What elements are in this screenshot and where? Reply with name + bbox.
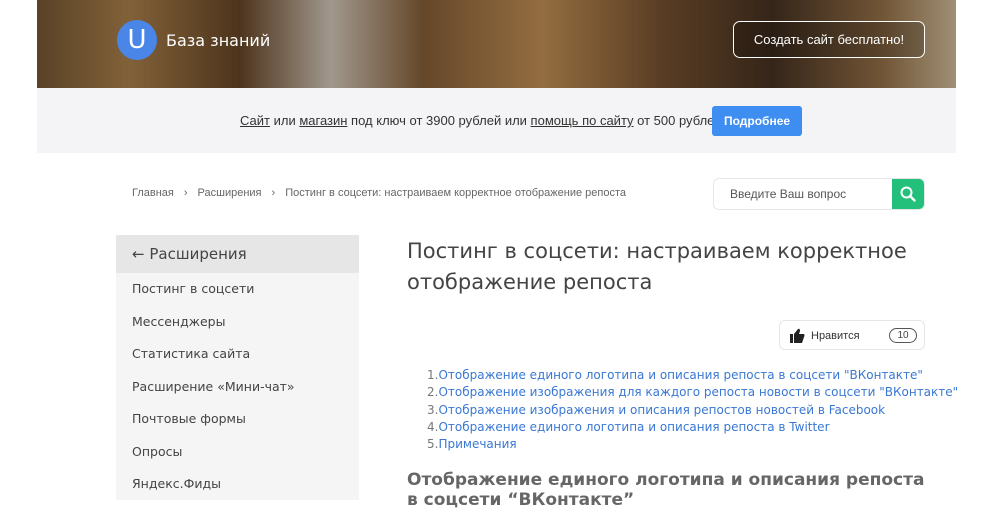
sidebar-item[interactable]: Яндекс.Фиды [116, 468, 359, 501]
sidebar-item[interactable]: Расширение «Мини-чат» [116, 371, 359, 404]
sidebar-item[interactable]: Статистика сайта [116, 338, 359, 371]
breadcrumb-home[interactable]: Главная [132, 187, 174, 199]
toc-number: 3. [427, 402, 439, 417]
breadcrumb-extensions[interactable]: Расширения [198, 187, 262, 199]
toc-link[interactable]: Отображение изображения и описания репос… [438, 403, 885, 417]
section-heading: Отображение единого логотипа и описания … [407, 470, 925, 510]
more-button[interactable]: Подробнее [712, 106, 802, 136]
promo-text: Сайт или магазин под ключ от 3900 рублей… [240, 113, 725, 128]
toc-number: 4. [427, 419, 439, 434]
breadcrumb: Главная › Расширения › Постинг в соцсети: на… [132, 187, 626, 199]
page-title: Постинг в соцсети: настраиваем корректно… [407, 239, 907, 294]
shop-link[interactable]: магазин [299, 113, 347, 128]
toc-number: 5. [427, 437, 439, 452]
toc-item[interactable]: 3.Отображение изображения и описания реп… [427, 402, 958, 419]
toc-link[interactable]: Отображение изображения для каждого репо… [438, 385, 958, 399]
toc-link[interactable]: Примечания [438, 437, 516, 451]
breadcrumb-separator: › [183, 187, 188, 199]
brand-name[interactable]: База знаний [166, 31, 270, 50]
table-of-contents: 1.Отображение единого логотипа и описани… [427, 367, 958, 453]
logo[interactable]: U [117, 20, 157, 60]
search-input[interactable] [714, 179, 894, 209]
create-site-button[interactable]: Создать сайт бесплатно! [733, 21, 925, 58]
sidebar-back[interactable]: ← Расширения [116, 235, 359, 273]
breadcrumb-separator: › [271, 187, 276, 199]
search-button[interactable] [892, 179, 924, 209]
promo-bar: Сайт или магазин под ключ от 3900 рублей… [37, 88, 956, 153]
promo-text-part: под ключ от 3900 рублей или [347, 113, 531, 128]
like-label: Нравится [811, 330, 860, 342]
sidebar-item[interactable]: Почтовые формы [116, 403, 359, 436]
sidebar-item[interactable]: Мессенджеры [116, 306, 359, 339]
sidebar: ← Расширения Постинг в соцсети Мессендже… [116, 235, 359, 500]
breadcrumb-current: Постинг в соцсети: настраиваем корректно… [285, 187, 627, 199]
sidebar-title: Расширения [149, 245, 247, 263]
toc-item[interactable]: 4.Отображение единого логотипа и описани… [427, 419, 958, 436]
sidebar-item[interactable]: Опросы [116, 436, 359, 469]
toc-number: 2. [427, 385, 439, 400]
like-count: 10 [889, 328, 917, 343]
toc-item[interactable]: 1.Отображение единого логотипа и описани… [427, 367, 958, 384]
help-link[interactable]: помощь по сайту [531, 113, 634, 128]
toc-number: 1. [427, 368, 439, 382]
search-icon [900, 186, 916, 202]
sidebar-item[interactable]: Постинг в соцсети [116, 273, 359, 306]
toc-link[interactable]: Отображение единого логотипа и описания … [438, 368, 922, 382]
arrow-left-icon: ← [132, 245, 145, 263]
thumbs-up-icon [790, 328, 805, 343]
toc-item[interactable]: 5.Примечания [427, 436, 958, 453]
like-button[interactable]: Нравится 10 [779, 320, 925, 350]
toc-item[interactable]: 2.Отображение изображения для каждого ре… [427, 384, 958, 401]
search-box [713, 178, 925, 210]
toc-link[interactable]: Отображение единого логотипа и описания … [438, 420, 829, 434]
promo-text-part: или [269, 113, 300, 128]
site-link[interactable]: Сайт [240, 113, 270, 128]
